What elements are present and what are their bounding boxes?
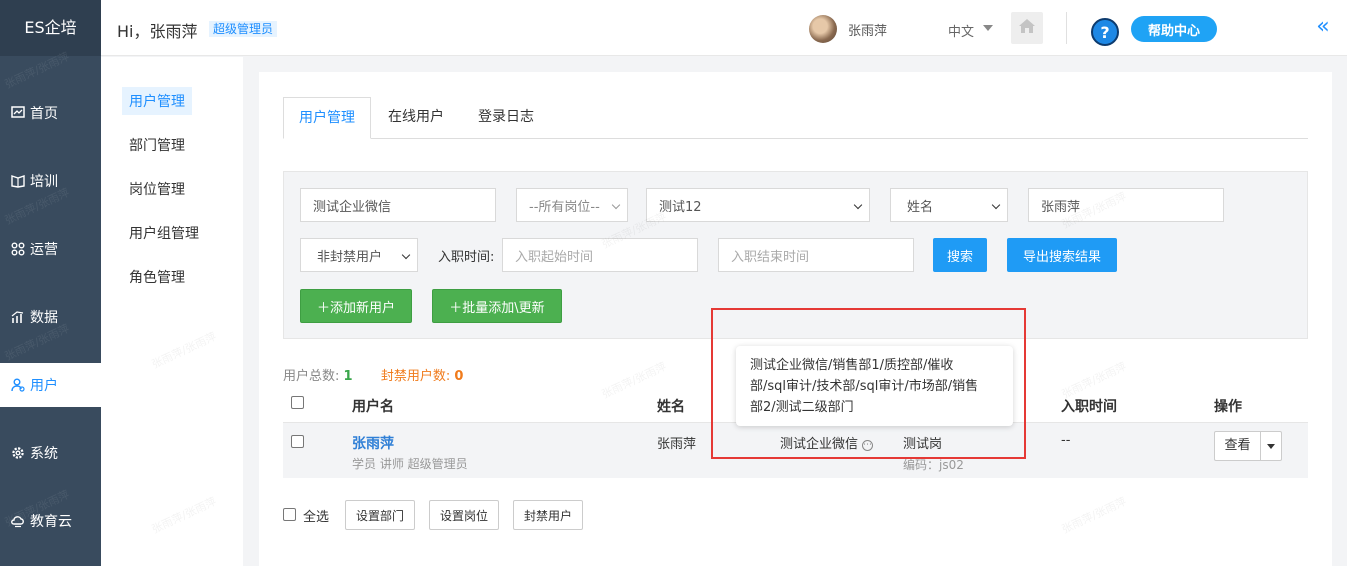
header-username[interactable]: 张雨萍 (848, 20, 887, 39)
sidebar-item-users[interactable]: 用户 (0, 363, 101, 407)
group-select-value: 测试12 (659, 199, 702, 215)
tab-online-users[interactable]: 在线用户 (373, 97, 459, 139)
brand-logo[interactable]: ES企培 (0, 0, 101, 56)
banned-users-count: 0 (454, 369, 464, 384)
chevron-down-icon (853, 200, 863, 210)
watermark-text: 张雨萍/张雨萍 (1059, 494, 1129, 537)
hire-start-input[interactable]: 入职起始时间 (502, 238, 698, 272)
help-center-button[interactable]: 帮助中心 (1131, 16, 1217, 42)
sidebar-item-label: 运营 (30, 242, 58, 258)
chevron-down-icon[interactable] (1267, 444, 1275, 449)
tab-bar: 用户管理 在线用户 登录日志 (283, 97, 1308, 139)
name-cell: 张雨萍 (657, 437, 697, 452)
select-all-checkbox[interactable] (283, 508, 296, 521)
export-results-button[interactable]: 导出搜索结果 (1007, 238, 1117, 272)
home-button[interactable] (1011, 12, 1043, 44)
role-badge: 超级管理员 (209, 21, 278, 37)
sidebar-item-operations[interactable]: 运营 (0, 227, 101, 271)
row-checkbox[interactable] (291, 435, 304, 448)
operations-icon (10, 241, 26, 257)
dashboard-icon (10, 105, 26, 121)
submenu-department-management[interactable]: 部门管理 (122, 131, 192, 159)
ban-status-select[interactable]: 非封禁用户 (300, 238, 418, 272)
ban-status-value: 非封禁用户 (317, 249, 383, 265)
chevron-down-icon[interactable] (983, 25, 993, 31)
select-all-label[interactable]: 全选 (303, 506, 329, 525)
help-question-icon[interactable]: ? (1091, 18, 1119, 46)
hire-end-input[interactable]: 入职结束时间 (718, 238, 914, 272)
submenu-user-group-management[interactable]: 用户组管理 (122, 219, 206, 247)
training-icon (10, 173, 26, 189)
user-summary: 用户总数: 1 封禁用户数: 0 (283, 365, 463, 384)
main-sidebar: ES企培 首页 培训 运营 数据 用户 系统 教育云 张雨萍/张雨萍 张雨萍/张… (0, 0, 101, 566)
submenu-user-management[interactable]: 用户管理 (122, 87, 192, 115)
gear-icon (10, 445, 26, 461)
view-button-label[interactable]: 查看 (1215, 432, 1261, 460)
sidebar-item-home[interactable]: 首页 (0, 91, 101, 135)
sidebar-item-label: 系统 (30, 446, 58, 462)
group-select[interactable]: 测试12 (646, 188, 870, 222)
data-chart-icon (10, 309, 26, 325)
user-submenu: 用户管理 部门管理 岗位管理 用户组管理 角色管理 (101, 57, 243, 566)
position-select[interactable]: --所有岗位-- (516, 188, 628, 222)
greeting-text: Hi，张雨萍 (117, 22, 198, 41)
keyword-input[interactable]: 张雨萍 (1028, 188, 1224, 222)
tab-login-log[interactable]: 登录日志 (463, 97, 549, 139)
batch-add-button[interactable]: ＋批量添加\更新 (432, 289, 562, 323)
avatar[interactable] (809, 15, 837, 43)
submenu-position-management[interactable]: 岗位管理 (122, 175, 192, 203)
col-actions: 操作 (1214, 399, 1242, 415)
set-position-button[interactable]: 设置岗位 (429, 500, 499, 530)
home-icon (1018, 18, 1036, 38)
top-header: Hi，张雨萍 超级管理员 张雨萍 中文 ? 帮助中心 « (101, 0, 1347, 56)
hire-date-label: 入职时间: (438, 250, 495, 265)
total-users-count: 1 (343, 369, 353, 384)
username-link[interactable]: 张雨萍 (352, 433, 394, 453)
sidebar-item-system[interactable]: 系统 (0, 431, 101, 475)
view-user-button[interactable]: 查看 (1214, 431, 1282, 461)
highlight-box (711, 308, 1026, 459)
search-button[interactable]: 搜索 (933, 238, 987, 272)
hire-date-cell: -- (1061, 433, 1071, 448)
col-name: 姓名 (657, 399, 685, 415)
total-users-label: 用户总数: (283, 369, 340, 384)
collapse-sidebar-icon[interactable]: « (1311, 16, 1335, 40)
submenu-role-management[interactable]: 角色管理 (122, 263, 192, 291)
chevron-down-icon (401, 250, 411, 260)
tab-user-management[interactable]: 用户管理 (283, 97, 371, 139)
department-input[interactable]: 测试企业微信 (300, 188, 496, 222)
select-all-header-checkbox[interactable] (291, 396, 304, 409)
ban-user-button[interactable]: 封禁用户 (513, 500, 583, 530)
sidebar-item-label: 首页 (30, 106, 58, 122)
banned-users-label: 封禁用户数: (380, 369, 451, 384)
language-selector[interactable]: 中文 (948, 21, 974, 40)
sidebar-item-label: 用户 (30, 378, 58, 394)
user-icon (10, 377, 26, 393)
search-field-select[interactable]: 姓名 (890, 188, 1008, 222)
position-select-value: --所有岗位-- (529, 199, 600, 215)
search-field-value: 姓名 (907, 199, 934, 215)
add-user-button[interactable]: ＋添加新用户 (300, 289, 412, 323)
col-username: 用户名 (352, 399, 394, 415)
set-department-button[interactable]: 设置部门 (345, 500, 415, 530)
user-roles: 学员 讲师 超级管理员 (352, 457, 468, 471)
chevron-down-icon (611, 200, 621, 210)
chevron-down-icon (991, 200, 1001, 210)
header-divider (1066, 12, 1067, 44)
